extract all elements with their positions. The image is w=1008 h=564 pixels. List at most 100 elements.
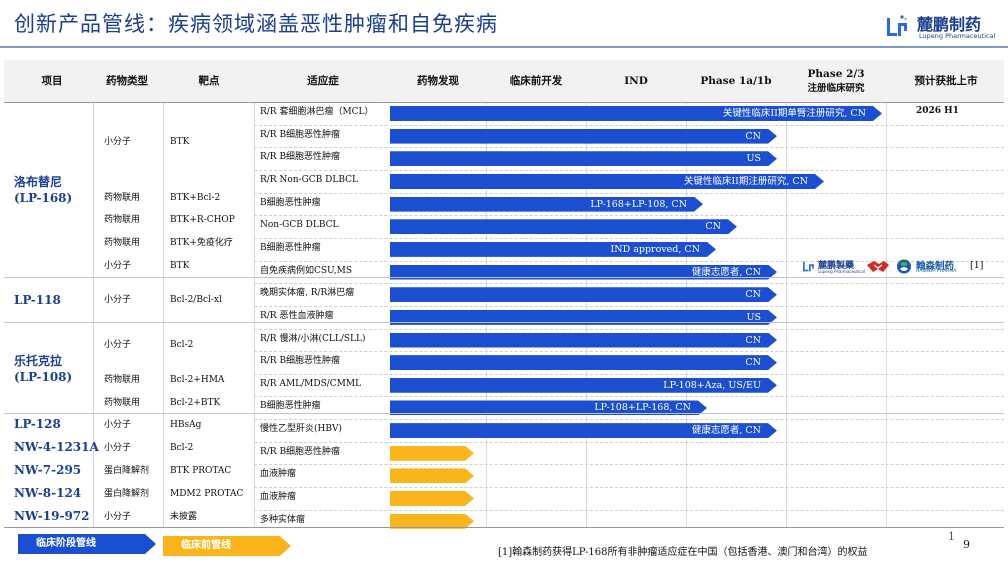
hansoh-logo-icon xyxy=(897,259,911,274)
column-divider xyxy=(93,102,94,527)
drug-type-cell: 小分子 xyxy=(104,420,132,430)
indication-cell: R/R 恶性血液肿瘤 xyxy=(260,310,334,321)
drug-name: LP-118 xyxy=(14,292,61,308)
drug-type-cell: 小分子 xyxy=(104,261,132,271)
group-divider xyxy=(4,527,1004,528)
approval-date: 2026 H1 xyxy=(916,106,959,116)
indication-cell: 血液肿瘤 xyxy=(260,492,297,503)
company-logo: 麓鹏制药 Lupeng Pharmaceutical xyxy=(885,8,1005,44)
header-ind: IND xyxy=(624,75,648,87)
row-divider xyxy=(254,396,1004,398)
row-divider xyxy=(254,351,1004,353)
target-cell: BTK+Bcl-2 xyxy=(170,193,221,203)
indication-cell: Non-GCB DLBCL xyxy=(260,220,339,231)
column-divider xyxy=(163,102,164,527)
row-divider xyxy=(254,169,1004,171)
target-cell: BTK PROTAC xyxy=(170,466,232,476)
row-divider xyxy=(4,102,1004,103)
target-cell: Bcl-2/Bcl-xl xyxy=(170,295,222,305)
indication-cell: B细胞恶性肿瘤 xyxy=(260,242,321,253)
target-cell: MDM2 PROTAC xyxy=(170,489,244,499)
target-cell: BTK+免疫化疗 xyxy=(170,238,233,248)
indication-cell: R/R Non-GCB DLBCL xyxy=(260,174,358,185)
legend-clinical: 临床阶段管线 xyxy=(18,534,156,554)
group-divider xyxy=(4,413,1004,414)
progress-arrow: US xyxy=(390,151,777,166)
row-divider xyxy=(254,419,1004,421)
drug-name-cn: 乐托克拉 xyxy=(14,354,63,368)
progress-arrow xyxy=(390,446,474,461)
indication-cell: R/R 套细胞淋巴瘤（MCL） xyxy=(260,107,374,117)
header-drug-type: 药物类型 xyxy=(106,75,148,87)
indication-cell: R/R B细胞恶性肿瘤 xyxy=(260,129,341,140)
header-registration: 注册临床研究 xyxy=(807,83,865,94)
group-divider xyxy=(4,322,1004,323)
progress-arrow: CN xyxy=(390,219,737,234)
indication-cell: 自免疾病例如CSU,MS xyxy=(260,265,353,276)
progress-arrow: 健康志愿者, CN xyxy=(390,423,777,438)
row-divider xyxy=(254,373,1004,375)
handshake-icon xyxy=(867,261,889,272)
drug-code: LP-118 xyxy=(14,293,61,307)
drug-name: NW-7-295 xyxy=(14,463,82,477)
indication-cell: R/R B细胞恶性肿瘤 xyxy=(260,152,341,163)
lupeng-logo-icon xyxy=(803,261,814,272)
header-approval: 预计获批上市 xyxy=(914,75,978,87)
target-cell: Bcl-2+BTK xyxy=(170,398,221,408)
target-cell: 未披露 xyxy=(170,512,198,522)
row-divider xyxy=(254,487,1004,489)
row-divider xyxy=(254,215,1004,217)
row-divider xyxy=(254,237,1004,239)
progress-arrow: CN xyxy=(390,355,777,370)
drug-type-cell: 药物联用 xyxy=(104,398,141,408)
column-divider xyxy=(254,102,255,527)
indication-cell: 多种实体瘤 xyxy=(260,514,306,525)
row-divider xyxy=(254,147,1004,149)
partner-logos: 麓鹏製藥 Lupeng Pharmaceutical 翰森制药 HANSOH P… xyxy=(800,257,1005,277)
drug-type-cell: 小分子 xyxy=(104,340,132,350)
indication-cell: 血液肿瘤 xyxy=(260,469,297,480)
indication-cell: 慢性乙型肝炎(HBV) xyxy=(260,424,342,435)
grid-line xyxy=(786,102,787,527)
drug-type-cell: 小分子 xyxy=(104,512,132,522)
target-cell: BTK xyxy=(170,137,190,147)
header-preclinical: 临床前开发 xyxy=(509,75,563,87)
header-phase1: Phase 1a/1b xyxy=(700,75,772,87)
footnote-ref: [1] xyxy=(970,260,984,271)
drug-name: NW-19-972 xyxy=(14,509,90,523)
legend-preclinical: 临床前管线 xyxy=(163,536,291,556)
progress-arrow xyxy=(390,491,474,506)
row-divider xyxy=(254,124,1004,126)
target-cell: BTK xyxy=(170,261,190,271)
progress-arrow: CN xyxy=(390,333,777,348)
drug-type-cell: 蛋白降解剂 xyxy=(104,489,150,499)
drug-type-cell: 小分子 xyxy=(104,137,132,147)
row-divider xyxy=(254,509,1004,511)
footnote: [1]翰森制药获得LP-168所有非肿瘤适应症在中国（包括香港、澳门和台湾）的权… xyxy=(498,547,868,558)
indication-cell: B细胞恶性肿瘤 xyxy=(260,401,321,412)
drug-name: NW-4-1231A xyxy=(14,440,99,454)
header-project: 项目 xyxy=(41,75,63,87)
indication-cell: R/R AML/MDS/CMML xyxy=(260,378,362,389)
drug-name: 洛布替尼 (LP-168) xyxy=(14,174,72,206)
drug-type-cell: 药物联用 xyxy=(104,193,141,203)
row-divider xyxy=(254,441,1004,443)
progress-arrow: CN xyxy=(390,129,777,144)
grid-line xyxy=(886,102,887,527)
progress-arrow: 关键性临床II期注册研究, CN xyxy=(390,174,824,189)
header-phase23: Phase 2/3 xyxy=(807,68,865,80)
indication-cell: 晚期实体瘤, R/R淋巴瘤 xyxy=(260,288,355,299)
partner-logo-lupeng-en: Lupeng Pharmaceutical xyxy=(818,269,865,274)
drug-code: (LP-168) xyxy=(14,191,73,205)
drug-name: LP-128 xyxy=(14,417,61,431)
row-divider xyxy=(254,192,1004,194)
row-divider xyxy=(254,464,1004,466)
page-marker: 1 xyxy=(948,530,955,543)
logo-name-en: Lupeng Pharmaceutical xyxy=(919,32,996,40)
indication-cell: R/R B细胞恶性肿瘤 xyxy=(260,446,341,457)
indication-cell: R/R 慢淋/小淋(CLL/SLL) xyxy=(260,333,366,344)
target-cell: Bcl-2 xyxy=(170,443,194,453)
drug-type-cell: 药物联用 xyxy=(104,238,141,248)
indication-cell: B细胞恶性肿瘤 xyxy=(260,197,321,208)
page-number: 9 xyxy=(963,538,970,551)
